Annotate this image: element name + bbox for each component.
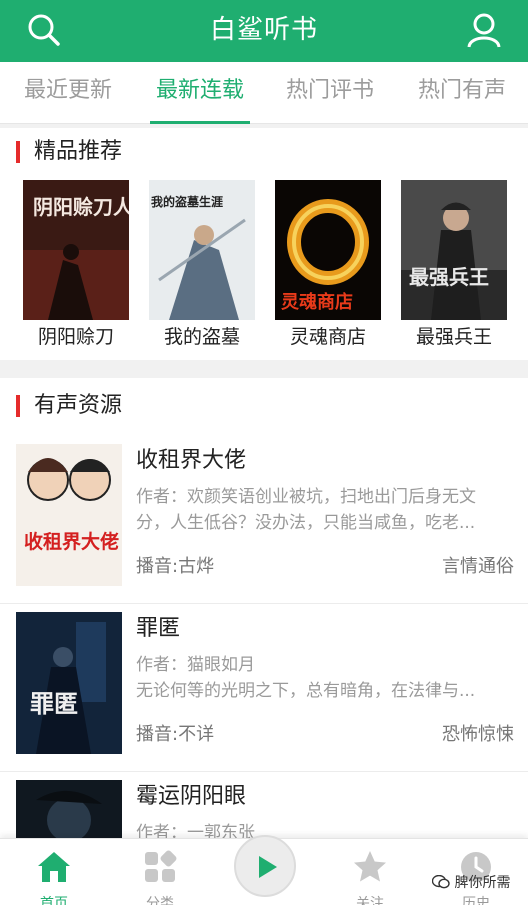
book-cover: 罪匿 bbox=[16, 612, 122, 754]
play-button[interactable] bbox=[234, 835, 296, 897]
book-cover: 阴阳赊刀人 bbox=[23, 180, 129, 320]
cover-title: 最强兵王 bbox=[409, 265, 489, 289]
book-name: 我的盗墓 bbox=[163, 326, 240, 348]
nav-home[interactable]: 首页 bbox=[14, 845, 94, 905]
nav-category[interactable]: 分类 bbox=[120, 845, 200, 905]
home-icon bbox=[38, 852, 70, 882]
nav-label: 历史 bbox=[462, 896, 490, 905]
narrator: 播音:古烨 bbox=[136, 556, 215, 577]
nav-label: 关注 bbox=[356, 896, 384, 905]
item-title: 霉运阴阳眼 bbox=[136, 784, 247, 809]
featured-section: 精品推荐 阴阳赊刀人 阴阳赊刀 我的盗墓生涯 我的盗墓 灵魂商店 灵魂商店 最强… bbox=[0, 128, 528, 360]
book-card[interactable]: 我的盗墓生涯 我的盗墓 bbox=[149, 180, 255, 350]
item-title: 收租界大佬 bbox=[136, 448, 247, 473]
user-icon[interactable] bbox=[466, 12, 502, 48]
app-header: 白鲨听书 bbox=[0, 0, 528, 62]
book-name: 最强兵王 bbox=[415, 326, 492, 348]
list-item[interactable]: 收租界大佬 收租界大佬 作者：欢颜笑语创业被坑，扫地出门后身无文 分，人生低谷？… bbox=[0, 436, 528, 604]
cover-title: 灵魂商店 bbox=[281, 291, 353, 313]
item-description: 作者：欢颜笑语创业被坑，扫地出门后身无文 分，人生低谷？没办法，只能当咸鱼，吃老… bbox=[136, 484, 512, 536]
watermark-text: 脾你所需 bbox=[454, 875, 511, 891]
book-cover: 我的盗墓生涯 bbox=[149, 180, 255, 320]
cover-title: 阴阳赊刀人 bbox=[33, 195, 129, 219]
book-cover: 灵魂商店 bbox=[275, 180, 381, 320]
section-title: 有声资源 bbox=[16, 394, 122, 418]
category-tabs: 最近更新 最新连载 热门评书 热门有声 bbox=[0, 62, 528, 124]
narrator: 播音:不详 bbox=[136, 724, 215, 745]
description-line: 分，人生低谷？没办法，只能当咸鱼，吃老... bbox=[136, 513, 476, 533]
book-card[interactable]: 灵魂商店 灵魂商店 bbox=[275, 180, 381, 350]
cover-title: 收租界大佬 bbox=[24, 530, 119, 553]
nav-label: 分类 bbox=[146, 896, 174, 905]
description-line: 无论何等的光明之下，总有暗角，在法律与... bbox=[136, 681, 476, 701]
book-name: 灵魂商店 bbox=[289, 326, 366, 348]
item-title: 罪匿 bbox=[136, 616, 181, 641]
book-cover: 最强兵王 bbox=[401, 180, 507, 320]
tab-recent-updates[interactable]: 最近更新 bbox=[2, 62, 134, 124]
book-card[interactable]: 最强兵王 最强兵王 bbox=[401, 180, 507, 350]
book-card[interactable]: 阴阳赊刀人 阴阳赊刀 bbox=[23, 180, 129, 350]
cover-title: 我的盗墓生涯 bbox=[151, 194, 223, 209]
app-title: 白鲨听书 bbox=[209, 15, 318, 45]
grid-icon bbox=[145, 850, 177, 882]
tab-hot-audio[interactable]: 热门有声 bbox=[396, 62, 528, 124]
item-description: 作者：猫眼如月 无论何等的光明之下，总有暗角，在法律与... bbox=[136, 652, 512, 704]
watermark: 脾你所需 bbox=[431, 872, 511, 892]
section-title: 精品推荐 bbox=[16, 140, 122, 164]
nav-label: 首页 bbox=[40, 896, 68, 905]
category-label: 恐怖惊悚 bbox=[442, 724, 514, 745]
cover-title: 罪匿 bbox=[30, 690, 78, 718]
play-icon bbox=[259, 856, 277, 878]
description-line: 作者：猫眼如月 bbox=[136, 655, 255, 675]
wechat-icon bbox=[431, 874, 450, 889]
nav-follow[interactable]: 关注 bbox=[330, 845, 410, 905]
list-item[interactable]: 罪匿 罪匿 作者：猫眼如月 无论何等的光明之下，总有暗角，在法律与... 播音:… bbox=[0, 604, 528, 772]
description-line: 作者：欢颜笑语创业被坑，扫地出门后身无文 bbox=[136, 487, 476, 507]
tab-hot-pingshu[interactable]: 热门评书 bbox=[264, 62, 396, 124]
category-label: 言情通俗 bbox=[442, 556, 514, 577]
tab-latest-serial[interactable]: 最新连载 bbox=[134, 62, 266, 124]
audio-section: 有声资源 收租界大佬 收租界大佬 作者：欢颜笑语创业被坑，扫地出门后身无文 分，… bbox=[0, 378, 528, 905]
book-cover: 收租界大佬 bbox=[16, 444, 122, 586]
star-icon bbox=[354, 851, 386, 882]
book-name: 阴阳赊刀 bbox=[37, 326, 114, 348]
